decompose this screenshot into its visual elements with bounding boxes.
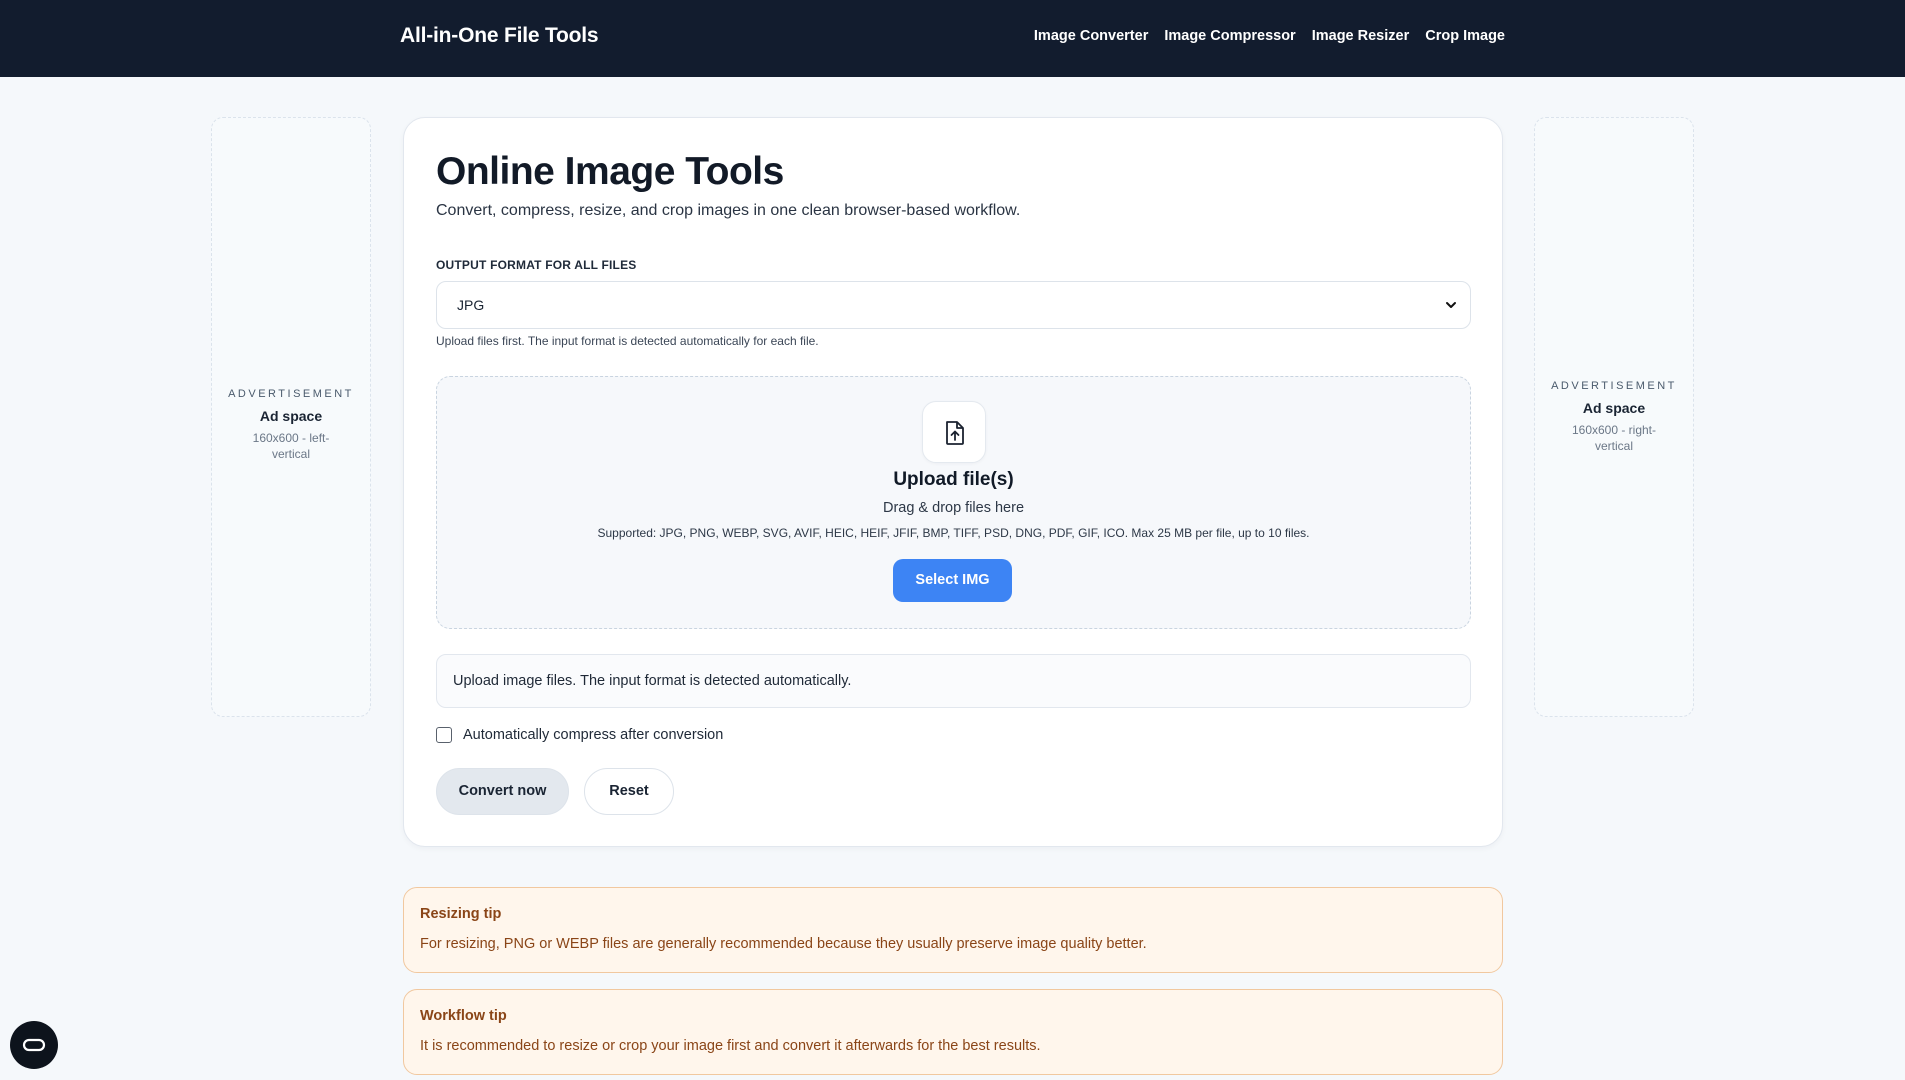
resizing-tip-box: Resizing tip For resizing, PNG or WEBP f…	[403, 887, 1503, 973]
ad-size: 160x600 - right-vertical	[1571, 423, 1657, 453]
nav-link-image-resizer[interactable]: Image Resizer	[1312, 28, 1410, 44]
file-upload-icon-container	[922, 401, 986, 463]
nav-link-image-converter[interactable]: Image Converter	[1034, 28, 1148, 44]
top-navigation-bar: All-in-One File Tools Image Converter Im…	[0, 0, 1905, 77]
output-format-label: OUTPUT FORMAT FOR ALL FILES	[436, 258, 637, 272]
ad-slot-left: ADVERTISEMENT Ad space 160x600 - left-ve…	[211, 117, 371, 717]
ad-size: 160x600 - left-vertical	[252, 431, 330, 461]
nav-link-image-compressor[interactable]: Image Compressor	[1164, 28, 1295, 44]
page-title: Online Image Tools	[436, 150, 784, 193]
convert-now-button[interactable]: Convert now	[436, 768, 569, 815]
tip-text: For resizing, PNG or WEBP files are gene…	[420, 936, 1147, 952]
status-message-box: Upload image files. The input format is …	[436, 654, 1471, 708]
reset-button[interactable]: Reset	[584, 768, 674, 815]
output-format-hint: Upload files first. The input format is …	[436, 334, 819, 348]
nav-link-crop-image[interactable]: Crop Image	[1425, 28, 1505, 44]
tip-title: Workflow tip	[420, 1008, 507, 1024]
ad-content-left: ADVERTISEMENT Ad space 160x600 - left-ve…	[212, 388, 370, 462]
page-subtitle: Convert, compress, resize, and crop imag…	[436, 202, 1021, 219]
ad-tag: ADVERTISEMENT	[228, 388, 354, 400]
file-dropzone[interactable]: Upload file(s) Drag & drop files here Su…	[436, 376, 1471, 629]
ad-title: Ad space	[1582, 400, 1646, 416]
link-icon	[22, 1038, 46, 1052]
ad-slot-right: ADVERTISEMENT Ad space 160x600 - right-v…	[1534, 117, 1694, 717]
supported-formats-text: Supported: JPG, PNG, WEBP, SVG, AVIF, HE…	[597, 526, 1310, 540]
chevron-down-icon	[1446, 302, 1456, 308]
workflow-tip-box: Workflow tip It is recommended to resize…	[403, 989, 1503, 1075]
ad-title: Ad space	[259, 408, 323, 424]
tip-title: Resizing tip	[420, 906, 502, 922]
dropzone-title: Upload file(s)	[893, 469, 1014, 490]
auto-compress-option[interactable]: Automatically compress after conversion	[436, 725, 723, 745]
output-format-value: JPG	[457, 297, 485, 313]
auto-compress-label: Automatically compress after conversion	[463, 727, 724, 743]
main-nav: Image Converter Image Compressor Image R…	[1034, 28, 1505, 44]
tool-card: Online Image Tools Convert, compress, re…	[403, 117, 1503, 847]
status-message: Upload image files. The input format is …	[453, 673, 852, 689]
dropzone-subtitle: Drag & drop files here	[882, 500, 1025, 516]
tip-text: It is recommended to resize or crop your…	[420, 1038, 1041, 1054]
output-format-select[interactable]: JPG	[436, 281, 1471, 329]
ad-content-right: ADVERTISEMENT Ad space 160x600 - right-v…	[1535, 380, 1693, 454]
ad-tag: ADVERTISEMENT	[1551, 380, 1677, 392]
brand-logo-text[interactable]: All-in-One File Tools	[400, 24, 599, 48]
auto-compress-checkbox[interactable]	[436, 727, 452, 743]
floating-widget-button[interactable]	[10, 1021, 58, 1069]
file-upload-icon	[946, 421, 964, 445]
select-img-button[interactable]: Select IMG	[893, 559, 1012, 602]
